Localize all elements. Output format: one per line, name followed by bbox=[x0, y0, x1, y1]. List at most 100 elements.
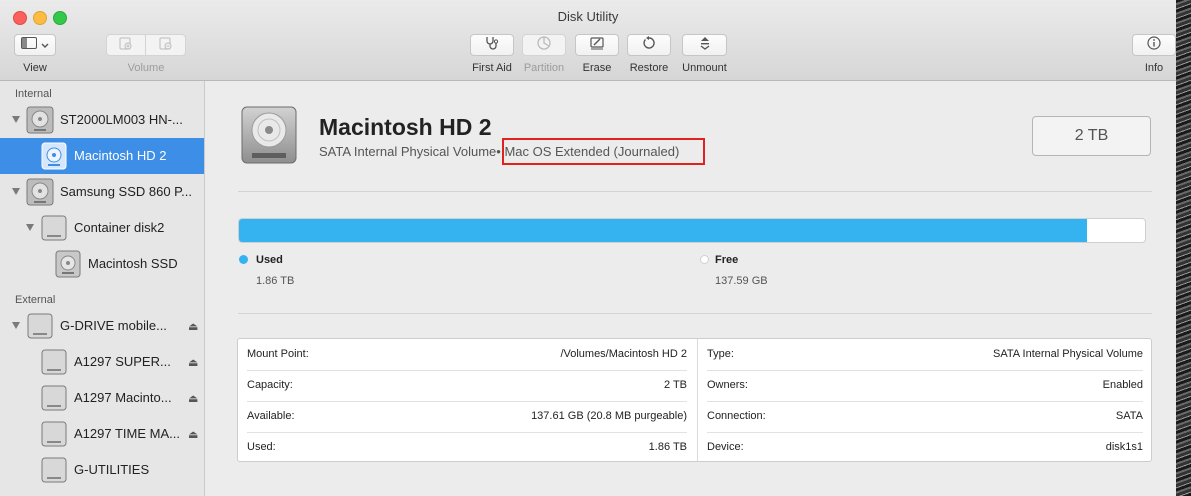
view-label: View bbox=[23, 62, 47, 74]
first-aid-button[interactable] bbox=[470, 34, 514, 56]
hard-drive-icon bbox=[238, 104, 300, 171]
info-value: /Volumes/Macintosh HD 2 bbox=[560, 348, 687, 360]
info-key: Type: bbox=[707, 348, 734, 360]
used-value: 1.86 TB bbox=[256, 275, 295, 287]
restore-button[interactable] bbox=[627, 34, 671, 56]
hard-drive-icon bbox=[25, 105, 55, 138]
sidebar-item-st2000lm003[interactable]: ST2000LM003 HN-... bbox=[0, 102, 204, 138]
disk-utility-window: Disk Utility View Volume First Aid Parti… bbox=[0, 0, 1176, 496]
used-legend-label: Used bbox=[256, 254, 283, 266]
sidebar-item-g-drive-mobile[interactable]: G-DRIVE mobile... ⏏ bbox=[0, 308, 204, 344]
external-volume-icon bbox=[39, 455, 69, 488]
info-value: disk1s1 bbox=[1105, 441, 1143, 453]
info-key: Available: bbox=[247, 410, 295, 422]
info-key: Device: bbox=[707, 441, 744, 453]
volume-name: Macintosh HD 2 bbox=[319, 114, 492, 140]
capacity-badge: 2 TB bbox=[1032, 116, 1151, 156]
remove-volume-icon bbox=[159, 36, 173, 55]
external-volume-icon bbox=[39, 419, 69, 452]
external-drive-icon bbox=[25, 311, 55, 344]
add-volume-button[interactable] bbox=[106, 34, 146, 56]
info-label: Info bbox=[1144, 62, 1164, 74]
remove-volume-button[interactable] bbox=[145, 34, 186, 56]
partition-label: Partition bbox=[523, 62, 565, 74]
stethoscope-icon bbox=[484, 36, 500, 55]
disclosure-triangle-icon[interactable] bbox=[12, 188, 20, 195]
desktop-background bbox=[1176, 0, 1191, 496]
info-row-type: Type: SATA Internal Physical Volume bbox=[707, 339, 1143, 371]
sidebar-item-label: Container disk2 bbox=[74, 220, 165, 235]
sidebar-section-internal: Internal bbox=[15, 88, 52, 100]
info-value: 137.61 GB (20.8 MB purgeable) bbox=[531, 410, 687, 422]
info-key: Mount Point: bbox=[247, 348, 309, 360]
info-row-device: Device: disk1s1 bbox=[707, 432, 1143, 463]
erase-icon bbox=[589, 36, 605, 55]
sidebar-section-external: External bbox=[15, 294, 56, 306]
erase-button[interactable] bbox=[575, 34, 619, 56]
sidebar-item-label: Samsung SSD 860 P... bbox=[60, 184, 193, 199]
usage-bar-used-fill bbox=[239, 219, 1088, 242]
sidebar-item-a1297-macintosh[interactable]: A1297 Macinto... ⏏ bbox=[0, 380, 204, 416]
sidebar-item-a1297-time-machine[interactable]: A1297 TIME MA... ⏏ bbox=[0, 416, 204, 452]
disclosure-triangle-icon[interactable] bbox=[12, 116, 20, 123]
info-row-used: Used: 1.86 TB bbox=[247, 432, 687, 463]
info-value: SATA bbox=[1115, 410, 1143, 422]
volume-icon bbox=[39, 141, 69, 174]
info-key: Connection: bbox=[707, 410, 766, 422]
toolbar: Disk Utility View Volume First Aid Parti… bbox=[0, 0, 1176, 81]
container-icon bbox=[39, 213, 69, 246]
info-row-capacity: Capacity: 2 TB bbox=[247, 370, 687, 402]
eject-icon[interactable]: ⏏ bbox=[188, 320, 198, 333]
divider bbox=[238, 313, 1152, 314]
sidebar-item-macintosh-hd-2[interactable]: Macintosh HD 2 bbox=[0, 138, 204, 174]
volume-detail-pane: Macintosh HD 2 SATA Internal Physical Vo… bbox=[205, 81, 1176, 496]
sidebar-item-label: G-DRIVE mobile... bbox=[60, 318, 167, 333]
info-row-mount-point: Mount Point: /Volumes/Macintosh HD 2 bbox=[247, 339, 687, 371]
used-legend-dot bbox=[239, 255, 248, 264]
view-button[interactable] bbox=[14, 34, 56, 56]
divider bbox=[238, 191, 1152, 192]
info-icon bbox=[1147, 35, 1161, 55]
eject-icon[interactable]: ⏏ bbox=[188, 428, 198, 441]
info-button[interactable] bbox=[1132, 34, 1176, 56]
sidebar-item-samsung-ssd[interactable]: Samsung SSD 860 P... bbox=[0, 174, 204, 210]
unmount-button[interactable] bbox=[682, 34, 727, 56]
info-row-connection: Connection: SATA bbox=[707, 401, 1143, 433]
sidebar-item-label: A1297 Macinto... bbox=[74, 390, 172, 405]
add-volume-icon bbox=[119, 36, 133, 55]
unmount-icon bbox=[699, 36, 711, 55]
info-key: Used: bbox=[247, 441, 276, 453]
window-title: Disk Utility bbox=[557, 9, 619, 24]
filesystem-highlight-box bbox=[502, 138, 705, 165]
disclosure-triangle-icon[interactable] bbox=[12, 322, 20, 329]
eject-icon[interactable]: ⏏ bbox=[188, 356, 198, 369]
info-value: 2 TB bbox=[663, 379, 687, 391]
sidebar-item-label: A1297 SUPER... bbox=[74, 354, 171, 369]
first-aid-label: First Aid bbox=[472, 62, 512, 74]
info-key: Owners: bbox=[707, 379, 748, 391]
unmount-label: Unmount bbox=[682, 62, 727, 74]
sidebar-item-macintosh-ssd[interactable]: Macintosh SSD bbox=[0, 246, 204, 282]
partition-button[interactable] bbox=[522, 34, 566, 56]
info-value: SATA Internal Physical Volume bbox=[993, 348, 1143, 360]
sidebar-item-g-utilities[interactable]: G-UTILITIES bbox=[0, 452, 204, 488]
external-volume-icon bbox=[39, 347, 69, 380]
restore-icon bbox=[642, 35, 656, 55]
free-legend-label: Free bbox=[715, 254, 739, 266]
volume-info-table: Mount Point: /Volumes/Macintosh HD 2 Cap… bbox=[237, 338, 1152, 462]
sidebar-item-label: Macintosh SSD bbox=[88, 256, 178, 271]
hard-drive-icon bbox=[25, 177, 55, 210]
info-column-right: Type: SATA Internal Physical Volume Owne… bbox=[697, 339, 1152, 461]
volume-type: SATA Internal Physical Volume bbox=[319, 144, 497, 159]
sidebar-item-container-disk2[interactable]: Container disk2 bbox=[0, 210, 204, 246]
disclosure-triangle-icon[interactable] bbox=[26, 224, 34, 231]
usage-bar bbox=[238, 218, 1146, 243]
free-value: 137.59 GB bbox=[715, 275, 768, 287]
info-row-owners: Owners: Enabled bbox=[707, 370, 1143, 402]
volume-icon bbox=[53, 249, 83, 282]
sidebar-item-a1297-super[interactable]: A1297 SUPER... ⏏ bbox=[0, 344, 204, 380]
sidebar-item-label: G-UTILITIES bbox=[74, 462, 150, 477]
info-row-available: Available: 137.61 GB (20.8 MB purgeable) bbox=[247, 401, 687, 433]
eject-icon[interactable]: ⏏ bbox=[188, 392, 198, 405]
erase-label: Erase bbox=[582, 62, 612, 74]
